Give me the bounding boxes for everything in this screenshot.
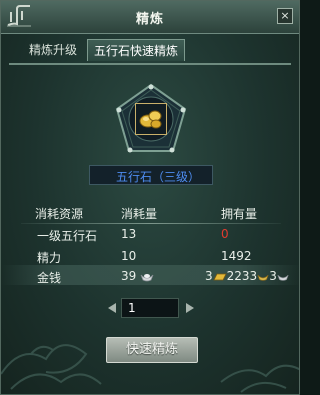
silver-ingot-icon xyxy=(257,274,269,281)
copper-amount: 3 xyxy=(269,269,277,283)
window-title: 精炼 xyxy=(135,12,164,27)
close-button[interactable]: × xyxy=(277,8,293,24)
cost-value: 39 xyxy=(121,269,154,283)
refine-window: 精炼 × 精炼升级 五行石快速精炼 五行石（三级） 消耗资源 消耗量 拥有量 一… xyxy=(0,0,300,395)
material-select-value: 五行石（三级） xyxy=(116,170,201,184)
gold-amount: 3 xyxy=(205,269,213,283)
owned-value: 1492 xyxy=(221,249,252,263)
resource-name: 金钱 xyxy=(37,271,62,285)
header-owned: 拥有量 xyxy=(221,207,258,221)
cost-value: 10 xyxy=(121,249,137,263)
gold-ore-icon[interactable] xyxy=(135,103,167,135)
tab-bar: 精炼升级 五行石快速精炼 xyxy=(9,39,291,65)
cost-value: 13 xyxy=(121,227,137,241)
owned-value: 0 xyxy=(221,227,229,241)
close-icon: × xyxy=(280,9,290,22)
material-select[interactable]: 五行石（三级） xyxy=(89,165,213,185)
silver-amount: 2233 xyxy=(226,269,258,283)
header-cost: 消耗量 xyxy=(121,207,158,221)
resource-name: 精力 xyxy=(37,251,62,265)
title-bar[interactable]: 精炼 × xyxy=(1,1,299,34)
table-row: 精力 10 1492 xyxy=(1,245,299,265)
cost-amount: 39 xyxy=(121,269,137,283)
gold-bar-icon xyxy=(212,273,227,280)
copper-ingot-icon xyxy=(277,274,289,281)
quick-refine-button[interactable]: 快速精炼 xyxy=(106,337,198,363)
decrease-arrow-icon[interactable] xyxy=(105,301,119,315)
quantity-input[interactable]: 1 xyxy=(121,298,179,318)
increase-arrow-icon[interactable] xyxy=(183,301,197,315)
table-row: 金钱 39 3 2233 3 xyxy=(1,265,299,285)
header-resource: 消耗资源 xyxy=(35,207,84,221)
silver-ingot-icon xyxy=(140,273,154,281)
tab-quick-refine[interactable]: 五行石快速精炼 xyxy=(87,39,186,61)
tab-refine-upgrade[interactable]: 精炼升级 xyxy=(23,39,83,61)
resource-name: 一级五行石 xyxy=(37,229,98,243)
item-slot xyxy=(113,81,189,157)
table-header: 消耗资源 消耗量 拥有量 xyxy=(1,201,299,221)
table-row: 一级五行石 13 0 xyxy=(1,223,299,243)
owned-money: 3 2233 3 xyxy=(205,269,289,283)
